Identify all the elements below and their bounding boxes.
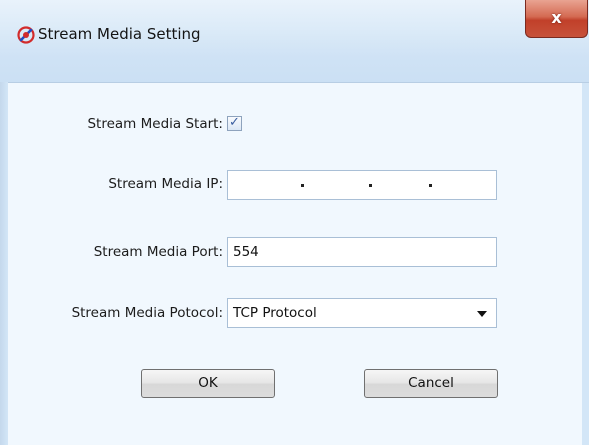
cancel-button[interactable]: Cancel: [364, 369, 498, 398]
stream-ip-field[interactable]: [227, 170, 497, 200]
stream-port-input[interactable]: [228, 238, 496, 266]
title-bar[interactable]: Stream Media Setting x: [0, 0, 589, 83]
ip-separator-dot: [301, 184, 304, 187]
stream-port-label: Stream Media Port:: [93, 244, 223, 260]
stream-protocol-label: Stream Media Potocol:: [71, 305, 223, 321]
stream-ip-input[interactable]: [228, 171, 496, 199]
app-logo-icon: [17, 26, 35, 44]
stream-start-label: Stream Media Start:: [87, 116, 223, 132]
ip-separator-dot: [429, 184, 432, 187]
ok-button[interactable]: OK: [141, 369, 275, 398]
window-frame-edge: [0, 82, 8, 445]
checkmark-icon: ✓: [229, 115, 240, 130]
stream-port-field[interactable]: [227, 237, 497, 267]
close-button[interactable]: x: [525, 0, 588, 38]
ip-separator-dot: [369, 184, 372, 187]
stream-protocol-select[interactable]: TCP Protocol: [227, 298, 497, 328]
stream-protocol-value: TCP Protocol: [233, 305, 317, 321]
close-icon: x: [551, 8, 562, 27]
chevron-down-icon[interactable]: [477, 311, 487, 317]
stream-start-checkbox[interactable]: ✓: [227, 115, 242, 131]
stream-ip-label: Stream Media IP:: [108, 176, 223, 192]
window-title: Stream Media Setting: [38, 25, 201, 43]
